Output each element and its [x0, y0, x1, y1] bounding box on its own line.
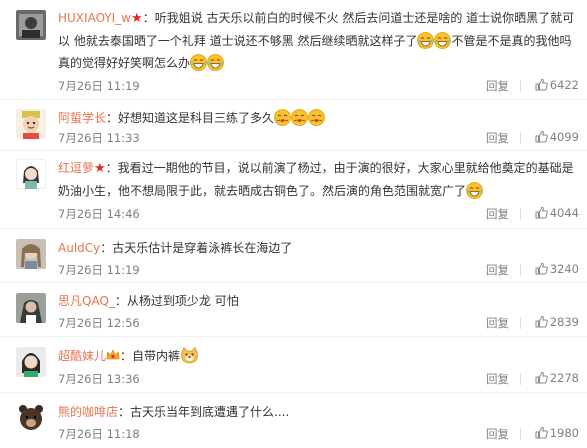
- comment-meta: 7月26日 12:56 回复 2839: [58, 315, 579, 331]
- divider: [520, 317, 521, 329]
- laughing-emoji: [207, 54, 224, 71]
- comment-text: ：古天乐估计是穿着泳裤长在海边了: [100, 241, 293, 255]
- comment-content: 熊的咖啡店：古天乐当年到底遭遇了什么....: [58, 401, 578, 423]
- thumbs-up-icon: [535, 130, 548, 143]
- doge-emoji: [180, 346, 199, 364]
- divider: [520, 428, 521, 440]
- comment-item: AuldCy：古天乐估计是穿着泳裤长在海边了 7月26日 11:19 回复 32…: [0, 229, 587, 283]
- username-link[interactable]: 熊的咖啡店: [58, 405, 118, 419]
- avatar[interactable]: [16, 10, 46, 40]
- like-button[interactable]: 4044: [535, 206, 579, 220]
- laughing-emoji: [434, 32, 452, 49]
- comment-date: 7月26日 14:46: [58, 207, 140, 221]
- giggle-emoji: [291, 109, 308, 126]
- avatar[interactable]: [16, 159, 46, 189]
- like-count: 4044: [549, 206, 579, 220]
- divider: [520, 132, 521, 144]
- giggle-emoji: [308, 109, 325, 126]
- reply-button[interactable]: 回复: [486, 130, 509, 146]
- giggle-emoji: [274, 109, 291, 126]
- like-count: 2278: [549, 371, 579, 385]
- comment-content: 阿蜇学长：好想知道这是科目三练了多久: [58, 107, 578, 129]
- comment-date: 7月26日 11:33: [58, 131, 140, 145]
- avatar[interactable]: [16, 293, 46, 323]
- vip-crown-icon: [106, 346, 120, 360]
- avatar[interactable]: [16, 347, 46, 377]
- comment-item: 思凡QAQ_：从杨过到项少龙 可怕 7月26日 12:56 回复 2839: [0, 283, 587, 337]
- like-button[interactable]: 6422: [535, 78, 579, 92]
- laughing-emoji: [417, 32, 435, 49]
- comment-content: HUXIAOYI_w★：听我姐说 古天乐以前白的时候不火 然后去问道士还是啥的 …: [58, 7, 578, 74]
- username-link[interactable]: HUXIAOYI_w: [58, 11, 131, 25]
- reply-button[interactable]: 回复: [486, 78, 509, 94]
- reply-button[interactable]: 回复: [486, 371, 509, 387]
- avatar[interactable]: [16, 402, 46, 432]
- reply-button[interactable]: 回复: [486, 262, 509, 278]
- avatar[interactable]: [16, 239, 46, 269]
- comment-item: 阿蜇学长：好想知道这是科目三练了多久 7月26日 11:33 回复 4099: [0, 100, 587, 151]
- laughing-emoji: [466, 182, 483, 199]
- like-count: 4099: [549, 130, 579, 144]
- thumbs-up-icon: [535, 371, 548, 384]
- thumbs-up-icon: [535, 315, 548, 328]
- like-count: 3240: [549, 262, 579, 276]
- reply-button[interactable]: 回复: [486, 426, 509, 442]
- reply-button[interactable]: 回复: [486, 315, 509, 331]
- comment-list: HUXIAOYI_w★：听我姐说 古天乐以前白的时候不火 然后去问道士还是啥的 …: [0, 0, 587, 448]
- username-link[interactable]: 阿蜇学长: [58, 111, 106, 125]
- thumbs-up-icon: [535, 78, 548, 91]
- comment-content: 超酷妹儿 ：自带内裤: [58, 345, 578, 367]
- username-link[interactable]: AuldCy: [58, 241, 100, 255]
- like-count: 1980: [549, 426, 579, 440]
- comment-date: 7月26日 12:56: [58, 316, 140, 330]
- comment-item: 超酷妹儿 ：自带内裤 7月26日 13:36 回复 2278: [0, 337, 587, 393]
- laughing-emoji: [190, 54, 207, 71]
- like-count: 2839: [549, 315, 579, 329]
- red-star-icon: ★: [131, 11, 143, 26]
- comment-item: HUXIAOYI_w★：听我姐说 古天乐以前白的时候不火 然后去问道士还是啥的 …: [0, 0, 587, 100]
- like-count: 6422: [549, 78, 579, 92]
- username-link[interactable]: 思凡QAQ_: [58, 294, 115, 308]
- username-link[interactable]: 超酷妹儿: [58, 349, 106, 363]
- comment-date: 7月26日 11:18: [58, 427, 140, 441]
- like-button[interactable]: 3240: [535, 262, 579, 276]
- comment-item: 熊的咖啡店：古天乐当年到底遭遇了什么.... 7月26日 11:18 回复 19…: [0, 393, 587, 448]
- comment-date: 7月26日 11:19: [58, 263, 140, 277]
- comment-meta: 7月26日 11:19 回复 3240: [58, 262, 579, 278]
- comment-content: 思凡QAQ_：从杨过到项少龙 可怕: [58, 290, 578, 312]
- comment-text: ：好想知道这是科目三练了多久: [106, 111, 275, 125]
- comment-meta: 7月26日 13:36 回复 2278: [58, 371, 579, 387]
- divider: [520, 80, 521, 92]
- like-button[interactable]: 2839: [535, 315, 579, 329]
- thumbs-up-icon: [535, 426, 548, 439]
- like-button[interactable]: 2278: [535, 371, 579, 385]
- username-link[interactable]: 红逗萝: [58, 161, 94, 175]
- comment-content: 红逗萝★：我看过一期他的节目，说以前演了杨过，由于演的很好，大家心里就给他奠定的…: [58, 157, 578, 202]
- thumbs-up-icon: [535, 206, 548, 219]
- avatar[interactable]: [16, 109, 46, 139]
- like-button[interactable]: 1980: [535, 426, 579, 440]
- comment-item: 红逗萝★：我看过一期他的节目，说以前演了杨过，由于演的很好，大家心里就给他奠定的…: [0, 151, 587, 229]
- comment-text: ：从杨过到项少龙 可怕: [114, 294, 239, 308]
- comment-content: AuldCy：古天乐估计是穿着泳裤长在海边了: [58, 237, 578, 259]
- comment-text: ：我看过一期他的节目，说以前演了杨过，由于演的很好，大家心里就给他奠定的基础是奶…: [58, 161, 574, 198]
- reply-button[interactable]: 回复: [486, 206, 509, 222]
- comment-date: 7月26日 11:19: [58, 79, 140, 93]
- thumbs-up-icon: [535, 262, 548, 275]
- divider: [520, 264, 521, 276]
- red-star-icon: ★: [94, 161, 106, 176]
- comment-text: ：古天乐当年到底遭遇了什么....: [118, 405, 290, 419]
- divider: [520, 373, 521, 385]
- comment-meta: 7月26日 11:19 回复 6422: [58, 78, 579, 94]
- comment-meta: 7月26日 11:18 回复 1980: [58, 426, 579, 442]
- comment-date: 7月26日 13:36: [58, 372, 140, 386]
- comment-meta: 7月26日 14:46 回复 4044: [58, 206, 579, 222]
- like-button[interactable]: 4099: [535, 130, 579, 144]
- divider: [520, 208, 521, 220]
- comment-meta: 7月26日 11:33 回复 4099: [58, 130, 579, 146]
- comment-text: ：自带内裤: [120, 349, 181, 363]
